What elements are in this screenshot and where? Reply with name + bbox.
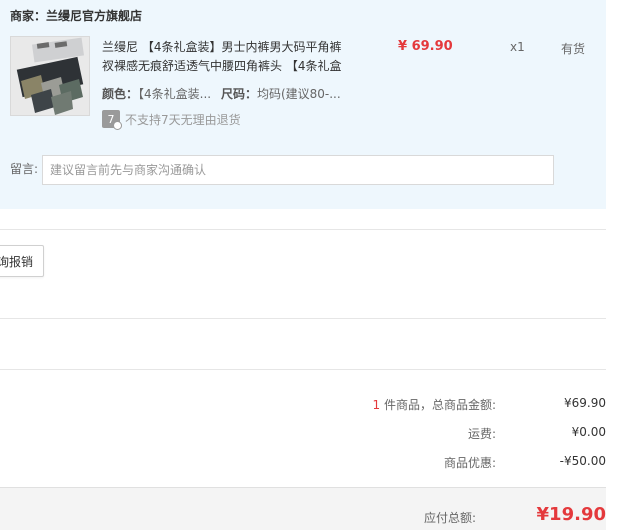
items-total-row: 1 件商品，总商品金额: ¥69.90	[316, 396, 607, 413]
stock-status: 有货	[561, 42, 586, 56]
discount-value: -¥50.00	[559, 454, 606, 468]
product-title[interactable]: 兰缦尼 【4条礼盒装】男士内裤男大码平角裤衩裸感无痕舒适透气中腰四角裤头 【4条…	[102, 38, 347, 76]
shipping-label: 运费:	[467, 427, 496, 441]
note-label: 留言:	[10, 162, 39, 176]
no-return-icon: 7	[102, 110, 122, 130]
shipping-row: 运费: ¥0.00	[316, 425, 606, 442]
items-total-label: 件商品，总商品金额:	[380, 398, 496, 412]
payable-total: ¥19.90	[536, 504, 606, 525]
item-count: 1	[372, 398, 381, 412]
product-price: ¥ 69.90	[398, 39, 453, 54]
return-policy-text: 不支持7天无理由退货	[125, 112, 241, 127]
discount-label: 商品优惠:	[443, 456, 496, 470]
product-specs: 颜色：【4条礼盒装... 尺码：均码(建议80-...	[102, 85, 352, 102]
divider	[0, 369, 606, 370]
note-input[interactable]	[42, 155, 554, 185]
product-quantity: x1	[510, 40, 525, 54]
return-policy: 7 不支持7天无理由退货	[102, 110, 241, 130]
invoice-button[interactable]: 询报销	[0, 245, 44, 277]
discount-row: 商品优惠: -¥50.00	[316, 454, 606, 471]
divider	[0, 318, 606, 319]
product-image[interactable]	[10, 36, 90, 116]
items-total-value: ¥69.90	[564, 396, 606, 410]
merchant-name[interactable]: 商家：兰缦尼官方旗舰店	[10, 7, 142, 24]
size-value: 均码(建议80-...	[256, 87, 341, 101]
payable-label: 应付总额:	[424, 511, 477, 525]
order-item-panel: 商家：兰缦尼官方旗舰店 兰缦尼 【4条礼盒装】男士内裤男大码平角裤衩裸感无痕舒适…	[0, 0, 606, 209]
color-value: 【4条礼盒装...	[138, 87, 212, 101]
color-label: 颜色：	[102, 87, 139, 101]
product-photo	[11, 37, 89, 115]
shipping-value: ¥0.00	[571, 425, 606, 439]
divider	[0, 229, 606, 230]
size-label: 尺码：	[220, 87, 257, 101]
payment-bar: 应付总额: ¥19.90	[0, 487, 606, 530]
checkout-page: 商家：兰缦尼官方旗舰店 兰缦尼 【4条礼盒装】男士内裤男大码平角裤衩裸感无痕舒适…	[0, 0, 617, 530]
